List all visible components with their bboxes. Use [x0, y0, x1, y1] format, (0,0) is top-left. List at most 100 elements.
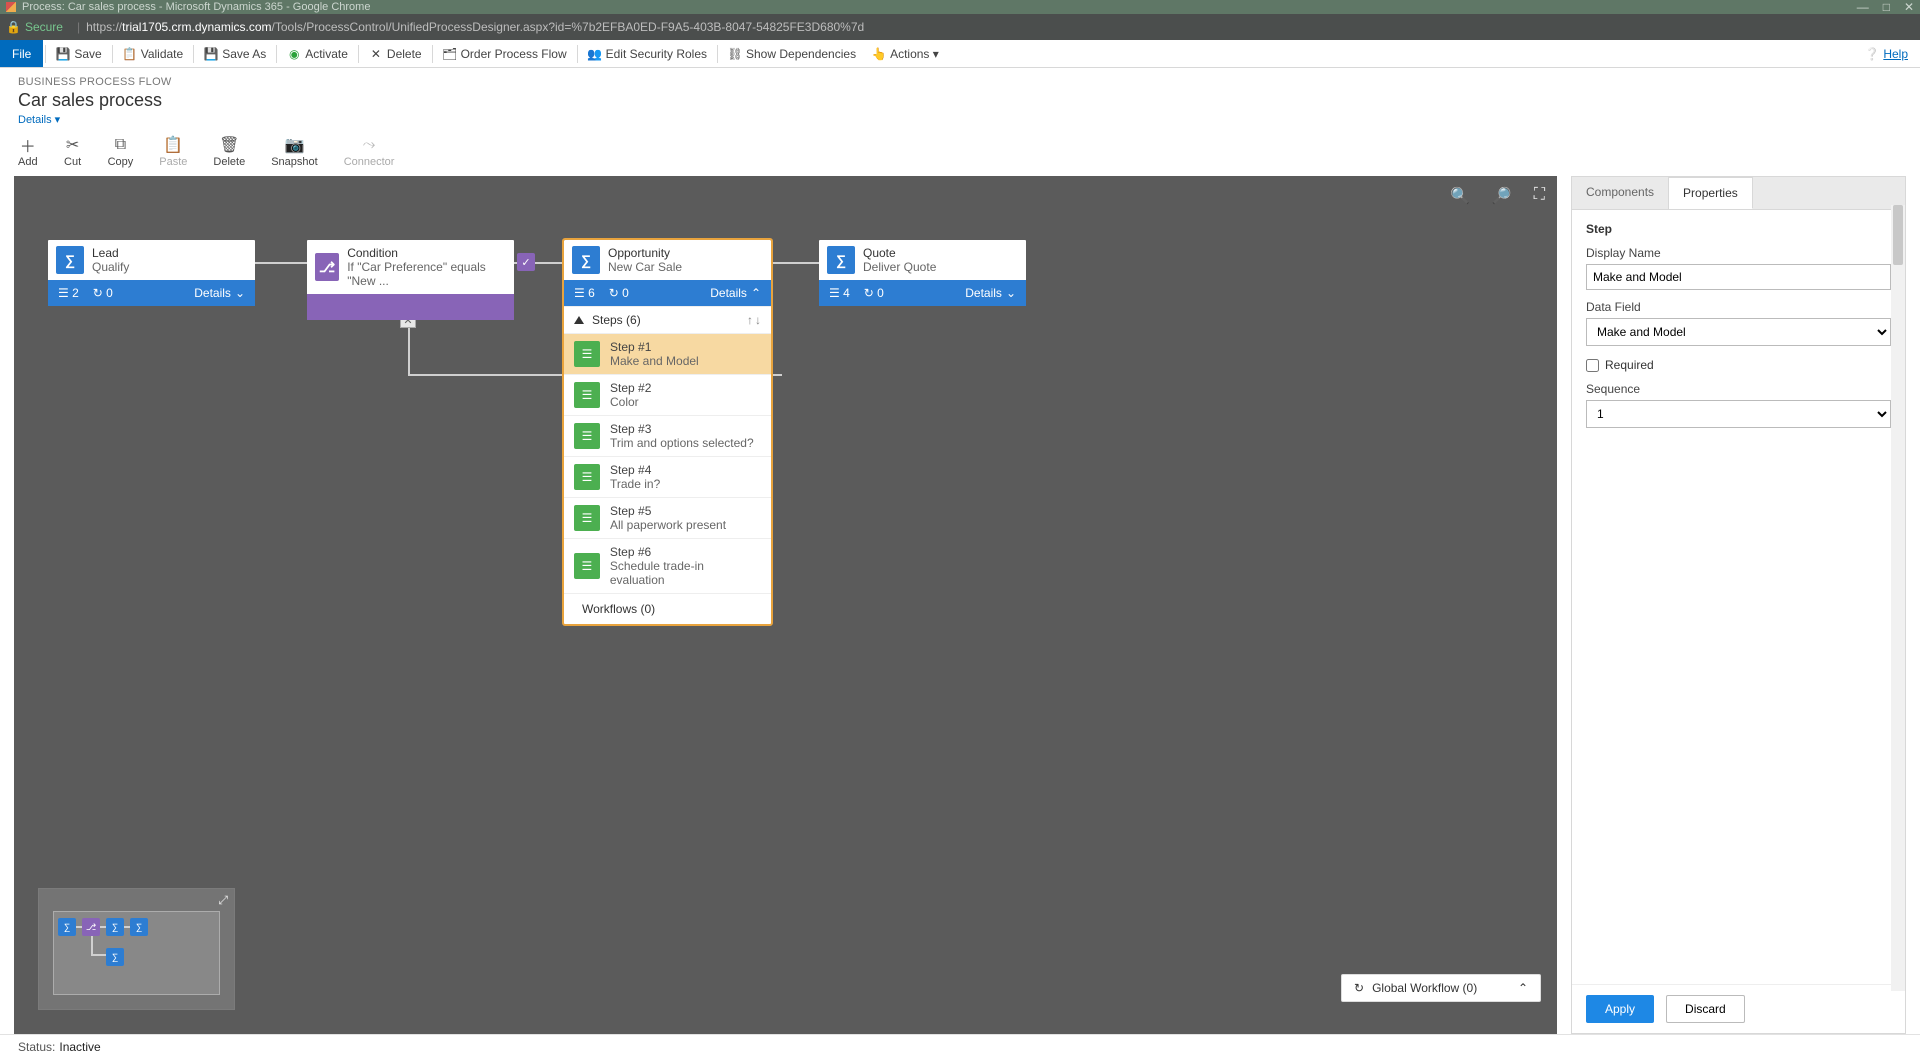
save-as-icon: 💾	[204, 47, 218, 61]
delete-button[interactable]: ✕Delete	[361, 40, 430, 67]
workflow-count-icon: ↻ 0	[864, 286, 884, 300]
step-icon: ☰	[574, 505, 600, 531]
order-process-flow-button[interactable]: 🗂Order Process Flow	[435, 40, 575, 67]
page-title: Car sales process	[18, 90, 1902, 111]
node-details-toggle[interactable]: Details ⌄	[965, 286, 1016, 300]
validate-button[interactable]: 📋Validate	[115, 40, 191, 67]
discard-button[interactable]: Discard	[1666, 995, 1745, 1023]
connector-icon: ⤳	[360, 136, 378, 154]
breadcrumb: BUSINESS PROCESS FLOW	[18, 76, 1902, 88]
file-button[interactable]: File	[0, 40, 43, 67]
properties-section-title: Step	[1586, 222, 1891, 236]
save-button[interactable]: 💾Save	[48, 40, 109, 67]
data-field-select[interactable]: Make and Model	[1586, 318, 1891, 346]
save-icon: 💾	[56, 47, 70, 61]
browser-addressbar: 🔒 Secure | https://trial1705.crm.dynamic…	[0, 14, 1920, 40]
window-titlebar: Process: Car sales process - Microsoft D…	[0, 0, 1920, 14]
maximize-icon[interactable]: □	[1883, 0, 1890, 14]
required-checkbox[interactable]	[1586, 359, 1599, 372]
delete-x-icon: ✕	[369, 47, 383, 61]
ribbon: File 💾Save 📋Validate 💾Save As ◉Activate …	[0, 40, 1920, 68]
sequence-select[interactable]: 1	[1586, 400, 1891, 428]
step-item-3[interactable]: ☰ Step #3Trim and options selected?	[564, 415, 771, 456]
connector-line	[767, 262, 822, 264]
copy-tool[interactable]: ⧉Copy	[108, 136, 134, 168]
designer-canvas[interactable]: 🔍 🔎 ⛶ ✓ ✕ ∑ Lead Qualify	[14, 176, 1557, 1034]
condition-node[interactable]: ⎇ Condition If "Car Preference" equals "…	[307, 240, 514, 320]
chevron-down-icon: ⌄	[235, 286, 245, 300]
scrollbar[interactable]	[1891, 205, 1905, 991]
activate-button[interactable]: ◉Activate	[279, 40, 356, 67]
sequence-label: Sequence	[1586, 382, 1891, 396]
move-up-icon[interactable]: ↑	[747, 313, 753, 327]
minimize-icon[interactable]: —	[1857, 0, 1869, 14]
stage-icon: ∑	[56, 246, 84, 274]
url-text[interactable]: https://trial1705.crm.dynamics.com/Tools…	[86, 20, 864, 34]
minimap-expand-icon[interactable]: ⤢	[218, 893, 228, 908]
apply-button[interactable]: Apply	[1586, 995, 1654, 1023]
dependencies-icon: ⛓	[728, 47, 742, 61]
stage-icon: ∑	[572, 246, 600, 274]
stage-node-quote[interactable]: ∑ Quote Deliver Quote ☰ 4 ↻ 0 Details ⌄	[819, 240, 1026, 306]
minimap-node-icon: ∑	[130, 918, 148, 936]
stage-icon: ∑	[827, 246, 855, 274]
workflow-count-icon: ↻ 0	[609, 286, 629, 300]
display-name-input[interactable]	[1586, 264, 1891, 290]
check-badge-icon: ✓	[517, 253, 535, 271]
paste-tool[interactable]: 📋Paste	[159, 136, 187, 168]
edit-toolbar: ＋Add ✂Cut ⧉Copy 📋Paste 🗑Delete 📷Snapshot…	[0, 132, 1920, 176]
actions-dropdown[interactable]: 👆Actions ▾	[864, 40, 947, 67]
node-details-toggle[interactable]: Details ⌄	[194, 286, 245, 300]
delete-tool[interactable]: 🗑Delete	[213, 136, 245, 168]
stage-node-lead[interactable]: ∑ Lead Qualify ☰ 2 ↻ 0 Details ⌄	[48, 240, 255, 306]
minimap-node-icon: ∑	[106, 918, 124, 936]
cut-tool[interactable]: ✂Cut	[64, 136, 82, 168]
steps-count-icon: ☰ 4	[829, 286, 850, 300]
lock-icon: 🔒	[6, 20, 21, 34]
details-link[interactable]: Details ▾	[18, 113, 60, 126]
minimap[interactable]: ⤢ ∑ ⎇ ∑ ∑ ∑	[39, 889, 234, 1009]
stage-node-opportunity[interactable]: ∑ Opportunity New Car Sale ☰ 6 ↻ 0 Detai…	[564, 240, 771, 624]
step-item-4[interactable]: ☰ Step #4Trade in?	[564, 456, 771, 497]
status-value: Inactive	[59, 1040, 100, 1054]
step-icon: ☰	[574, 553, 600, 579]
connector-tool[interactable]: ⤳Connector	[344, 136, 395, 168]
main: 🔍 🔎 ⛶ ✓ ✕ ∑ Lead Qualify	[0, 176, 1920, 1034]
camera-icon: 📷	[285, 136, 303, 154]
window-title: Process: Car sales process - Microsoft D…	[22, 1, 370, 13]
help-link[interactable]: ❔Help	[1865, 47, 1920, 61]
tab-components[interactable]: Components	[1572, 177, 1669, 209]
global-workflow-pill[interactable]: ↻Global Workflow (0) ⌃	[1341, 974, 1541, 1002]
status-label: Status:	[18, 1040, 55, 1054]
move-down-icon[interactable]: ↓	[755, 313, 761, 327]
minimap-node-icon: ∑	[58, 918, 76, 936]
step-icon: ☰	[574, 423, 600, 449]
steps-count-icon: ☰ 6	[574, 286, 595, 300]
node-details-toggle[interactable]: Details ⌃	[710, 286, 761, 300]
window-controls: — □ ✕	[1857, 0, 1914, 14]
tab-properties[interactable]: Properties	[1669, 177, 1753, 209]
right-panel: Components Properties Step Display Name …	[1571, 176, 1906, 1034]
help-icon: ❔	[1865, 47, 1879, 61]
save-as-button[interactable]: 💾Save As	[196, 40, 274, 67]
step-item-6[interactable]: ☰ Step #6Schedule trade-in evaluation	[564, 538, 771, 593]
minimap-node-icon: ∑	[106, 948, 124, 966]
scissors-icon: ✂	[64, 136, 82, 154]
step-item-5[interactable]: ☰ Step #5All paperwork present	[564, 497, 771, 538]
edit-security-roles-button[interactable]: 👥Edit Security Roles	[580, 40, 715, 67]
copy-icon: ⧉	[111, 136, 129, 154]
actions-icon: 👆	[872, 47, 886, 61]
roles-icon: 👥	[588, 47, 602, 61]
steps-panel: Steps (6) ↑↓ ☰ Step #1Make and Model ☰ S…	[564, 306, 771, 624]
step-icon: ☰	[574, 464, 600, 490]
show-dependencies-button[interactable]: ⛓Show Dependencies	[720, 40, 864, 67]
secure-badge: 🔒 Secure	[6, 20, 63, 34]
add-tool[interactable]: ＋Add	[18, 136, 38, 168]
connector-line	[254, 262, 309, 264]
step-item-1[interactable]: ☰ Step #1Make and Model	[564, 333, 771, 374]
snapshot-tool[interactable]: 📷Snapshot	[271, 136, 317, 168]
flow-icon: 🗂	[443, 47, 457, 61]
condition-icon: ⎇	[315, 253, 339, 281]
close-icon[interactable]: ✕	[1904, 0, 1914, 14]
step-item-2[interactable]: ☰ Step #2Color	[564, 374, 771, 415]
